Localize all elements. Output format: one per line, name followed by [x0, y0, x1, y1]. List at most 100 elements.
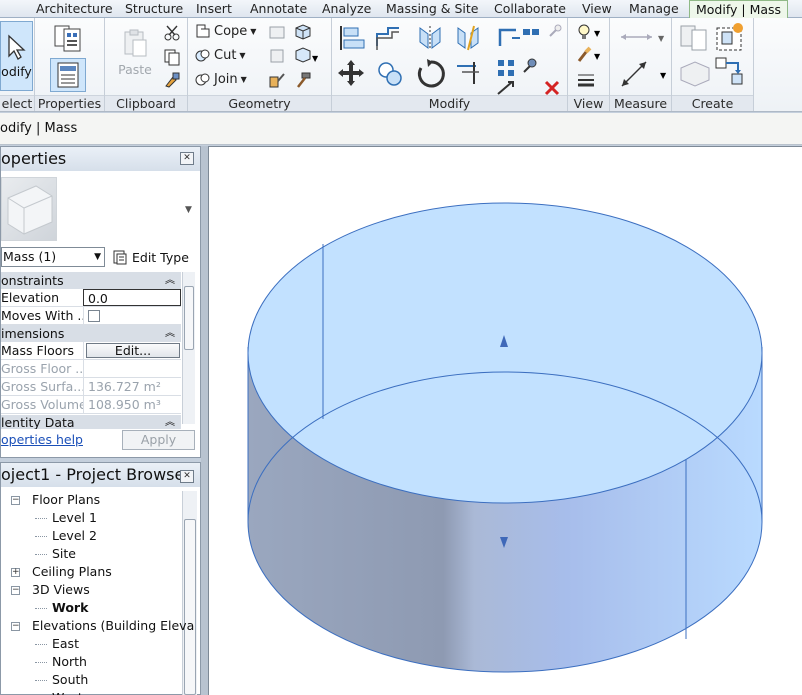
browser-tree-item[interactable]: East: [52, 635, 79, 653]
wall-paint-icon[interactable]: [268, 71, 286, 89]
type-preview-chevron-icon[interactable]: ▼: [185, 205, 192, 215]
aligned-dimension-icon[interactable]: ▼: [618, 58, 668, 90]
edit-type-button[interactable]: Edit Type: [112, 247, 189, 267]
browser-tree-item[interactable]: Elevations (Building Eleva: [32, 617, 194, 635]
create-similar-icon[interactable]: [714, 56, 746, 88]
browser-tree-item[interactable]: Level 1: [52, 509, 97, 527]
align-icon[interactable]: [338, 24, 366, 52]
tab-analyze[interactable]: Analyze: [322, 0, 371, 18]
demolish-icon[interactable]: ▼: [294, 47, 318, 65]
split-face-icon[interactable]: [268, 24, 286, 40]
browser-tree-item[interactable]: Ceiling Plans: [32, 563, 112, 581]
category-constraints[interactable]: onstraints ︽: [1, 272, 181, 289]
browser-tree-item[interactable]: Site: [52, 545, 76, 563]
svg-text:▼: ▼: [658, 34, 665, 43]
tab-architecture[interactable]: Architecture: [36, 0, 113, 18]
tab-annotate[interactable]: Annotate: [250, 0, 307, 18]
pin-icon[interactable]: [520, 58, 538, 76]
offset-icon[interactable]: [374, 24, 402, 52]
tab-structure[interactable]: Structure: [125, 0, 183, 18]
properties-scrollbar[interactable]: [182, 272, 195, 424]
browser-tree-item[interactable]: Floor Plans: [32, 491, 100, 509]
copy-element-icon[interactable]: [376, 60, 404, 88]
type-selector-value: Mass (1): [3, 249, 57, 264]
create-parts-icon[interactable]: [678, 58, 712, 90]
property-value-cell: [83, 307, 181, 324]
tab-insert[interactable]: Insert: [196, 0, 232, 18]
lightbulb-icon[interactable]: ▼: [576, 23, 602, 41]
properties-button[interactable]: [50, 58, 86, 92]
properties-help-link[interactable]: operties help: [1, 432, 83, 447]
tab-manage[interactable]: Manage: [629, 0, 679, 18]
cut-scissors-icon[interactable]: [163, 24, 181, 42]
match-properties-icon[interactable]: [163, 71, 181, 89]
properties-palette-icon: [57, 62, 79, 88]
mass-cylinder[interactable]: [209, 147, 802, 695]
cylinder-top-face[interactable]: [247, 202, 763, 504]
create-group-icon[interactable]: [714, 22, 746, 52]
type-properties-button[interactable]: [50, 22, 86, 54]
ribbon: odify elect Properties Paste Clipboard C…: [0, 18, 802, 112]
measure-distance-icon[interactable]: ▼: [618, 28, 666, 46]
mirror-draw-axis-icon[interactable]: [454, 24, 482, 52]
property-name: Elevation: [1, 290, 60, 305]
project-browser-close-button[interactable]: ✕: [180, 470, 194, 483]
trim-extend-icon[interactable]: [454, 58, 484, 86]
hammer-icon[interactable]: [294, 71, 312, 89]
brush-icon[interactable]: ▼: [576, 46, 602, 64]
browser-tree-item[interactable]: North: [52, 653, 87, 671]
join-button[interactable]: Join ▼: [195, 71, 247, 87]
scrollbar-thumb[interactable]: [184, 519, 196, 695]
moves-with-checkbox[interactable]: [88, 310, 100, 322]
cut-geometry-button[interactable]: Cut ▼: [195, 47, 246, 63]
property-value: 136.727 m²: [83, 378, 181, 395]
3d-view-canvas[interactable]: [208, 146, 802, 695]
browser-tree-item[interactable]: Level 2: [52, 527, 97, 545]
create-assembly-icon[interactable]: [678, 22, 710, 52]
tab-massing-site[interactable]: Massing & Site: [386, 0, 479, 18]
copy-icon[interactable]: [163, 48, 181, 66]
properties-close-button[interactable]: ✕: [180, 152, 194, 165]
options-bar: odify | Mass: [0, 113, 802, 145]
paint-cube-icon[interactable]: [294, 23, 312, 41]
unpin-icon[interactable]: [546, 24, 564, 40]
dropdown-chevron-icon: ▼: [94, 252, 101, 262]
collapse-minus-icon[interactable]: −: [11, 496, 20, 505]
browser-scrollbar[interactable]: [182, 491, 197, 695]
scrollbar-thumb[interactable]: [184, 286, 194, 350]
category-dimensions[interactable]: imensions ︽: [1, 325, 181, 342]
tree-connector-line: [35, 536, 47, 537]
apply-button[interactable]: Apply: [122, 430, 195, 450]
mirror-pick-axis-icon[interactable]: [416, 24, 444, 52]
type-properties-icon: [54, 25, 81, 52]
split-element-icon[interactable]: [522, 24, 540, 40]
collapse-minus-icon[interactable]: −: [11, 622, 20, 631]
elevation-input[interactable]: 0.0: [83, 289, 181, 306]
wall-joins-icon[interactable]: [268, 47, 286, 65]
modify-button[interactable]: odify: [0, 21, 33, 91]
tree-item-label: North: [52, 654, 87, 669]
trim-icon[interactable]: [496, 24, 522, 52]
browser-tree-item[interactable]: West: [52, 689, 83, 695]
tree-connector-line: [35, 644, 47, 645]
type-selector-dropdown[interactable]: Mass (1) ▼: [1, 247, 105, 267]
tab-collaborate[interactable]: Collaborate: [494, 0, 566, 18]
property-name: Moves With ...: [1, 308, 83, 323]
browser-tree-item[interactable]: Work: [52, 599, 88, 617]
expand-plus-icon[interactable]: +: [11, 568, 20, 577]
delete-icon[interactable]: [544, 80, 560, 96]
browser-tree-item[interactable]: 3D Views: [32, 581, 90, 599]
collapse-minus-icon[interactable]: −: [11, 586, 20, 595]
rotate-icon[interactable]: [416, 58, 446, 90]
move-icon[interactable]: [336, 58, 366, 88]
tab-modify-mass[interactable]: Modify | Mass: [689, 0, 789, 19]
mass-floors-edit-button[interactable]: Edit...: [86, 343, 180, 358]
cope-button[interactable]: Cope ▼: [195, 23, 256, 39]
array-icon[interactable]: [496, 58, 516, 78]
browser-tree-item[interactable]: South: [52, 671, 88, 689]
line-weights-icon[interactable]: [576, 71, 596, 87]
tab-view[interactable]: View: [582, 0, 612, 18]
category-identity-data[interactable]: lentity Data ︽: [1, 415, 181, 429]
scale-icon[interactable]: [496, 80, 516, 96]
paste-button[interactable]: Paste: [113, 22, 157, 82]
